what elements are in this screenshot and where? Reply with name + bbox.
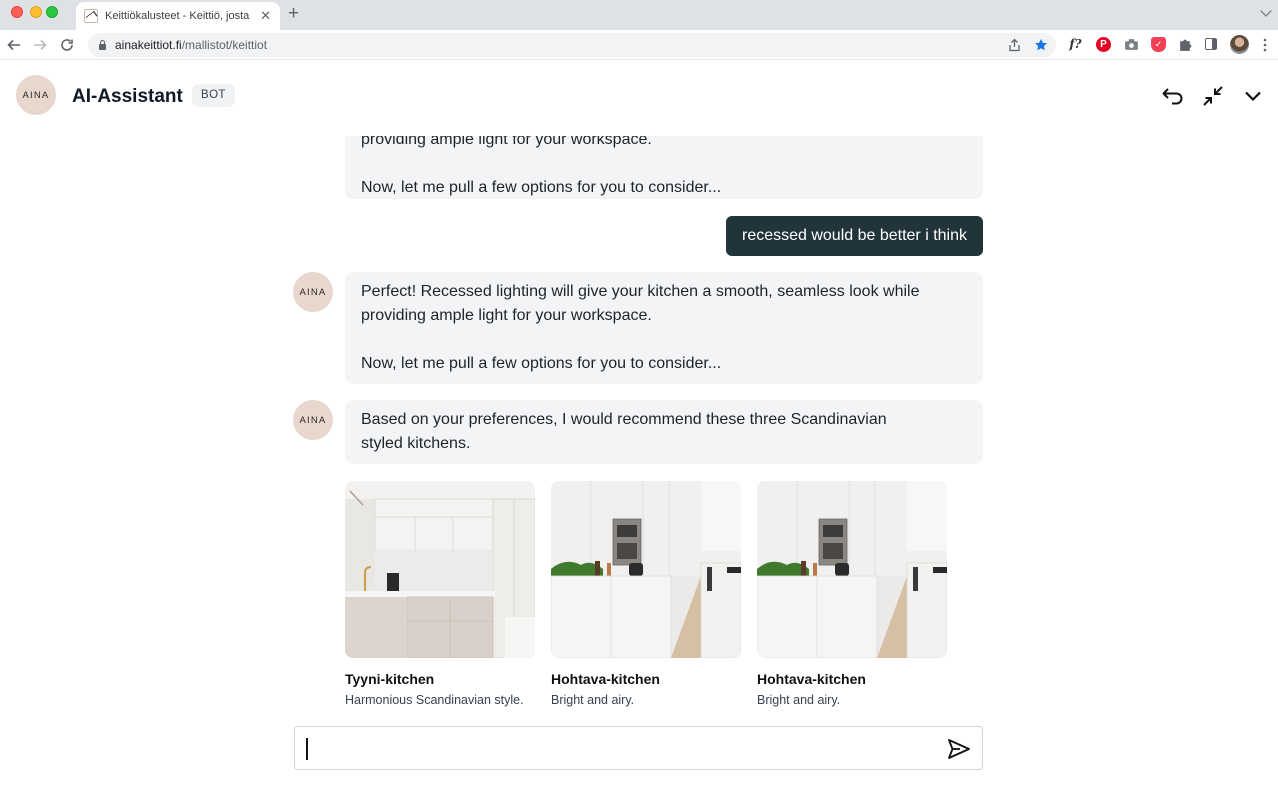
avatar-text: AINA bbox=[299, 414, 327, 426]
profile-avatar[interactable] bbox=[1230, 35, 1249, 54]
kitchen-card-title[interactable]: Hohtava-kitchen bbox=[757, 671, 947, 687]
bot-message-text: Perfect! Recessed lighting will give you… bbox=[361, 283, 920, 324]
browser-tabstrip: Keittiökalusteet - Keittiö, josta ✕ + bbox=[0, 0, 1278, 30]
undo-button[interactable] bbox=[1159, 82, 1187, 110]
user-message: recessed would be better i think bbox=[725, 216, 983, 256]
pinterest-extension-icon[interactable]: P bbox=[1096, 37, 1111, 52]
tab-close-icon[interactable]: ✕ bbox=[260, 8, 271, 24]
avatar-text: AINA bbox=[299, 286, 327, 298]
bot-message-text: providing ample light for your workspace… bbox=[361, 136, 652, 148]
collapse-arrows-icon bbox=[1203, 86, 1223, 106]
kitchen-card-tyyni[interactable]: Tyyni-kitchen Harmonious Scandinavian st… bbox=[345, 481, 535, 707]
kitchen-card-hohtava[interactable]: Hohtava-kitchen Bright and airy. bbox=[551, 481, 741, 707]
pocket-extension-icon[interactable]: ✓ bbox=[1151, 37, 1166, 52]
close-window-button[interactable] bbox=[11, 6, 23, 18]
undo-arrow-icon bbox=[1162, 88, 1183, 105]
lock-icon bbox=[99, 39, 106, 50]
bot-message: Perfect! Recessed lighting will give you… bbox=[345, 272, 983, 384]
minimize-chat-button[interactable] bbox=[1199, 82, 1227, 110]
send-button[interactable] bbox=[946, 736, 972, 762]
browser-tab-active[interactable]: Keittiökalusteet - Keittiö, josta ✕ bbox=[76, 2, 280, 30]
bookmark-star-icon[interactable] bbox=[1034, 38, 1048, 52]
message-input[interactable] bbox=[305, 736, 925, 762]
assistant-title: AI-Assistant bbox=[72, 86, 183, 107]
bot-avatar: AINA bbox=[293, 272, 333, 312]
maximize-window-button[interactable] bbox=[46, 6, 58, 18]
kitchen-card-subtitle: Harmonious Scandinavian style. bbox=[345, 693, 524, 707]
kitchen-card-subtitle: Bright and airy. bbox=[757, 693, 841, 707]
kitchen-card-title[interactable]: Hohtava-kitchen bbox=[551, 671, 741, 687]
send-paper-plane-icon bbox=[948, 739, 970, 759]
aina-logo-avatar: AINA bbox=[16, 75, 56, 115]
kitchen-image[interactable] bbox=[551, 481, 741, 658]
forward-arrow-icon[interactable] bbox=[33, 38, 47, 52]
bot-message-text: Based on your preferences, I would recom… bbox=[361, 411, 887, 452]
tab-search-chevron-icon[interactable] bbox=[1260, 5, 1272, 17]
kitchen-image[interactable] bbox=[345, 481, 535, 658]
kitchen-image[interactable] bbox=[757, 481, 947, 658]
url-host: ainakeittiot.fi bbox=[115, 38, 182, 52]
side-panel-icon[interactable] bbox=[1205, 38, 1217, 50]
bot-message: Based on your preferences, I would recom… bbox=[345, 400, 983, 464]
kitchen-card-subtitle: Bright and airy. bbox=[551, 693, 635, 707]
site-favicon-icon bbox=[84, 9, 98, 23]
assistant-header: AINA AI-Assistant BOT bbox=[0, 60, 1278, 136]
share-icon[interactable] bbox=[1008, 38, 1021, 52]
text-caret bbox=[306, 738, 308, 760]
bot-message-partial: providing ample light for your workspace… bbox=[345, 136, 983, 199]
browser-toolbar: ainakeittiot.fi/mallistot/keittiot f? P … bbox=[0, 30, 1278, 60]
bot-message-text: Now, let me pull a few options for you t… bbox=[361, 355, 722, 372]
extension-f-icon[interactable]: f? bbox=[1068, 37, 1083, 52]
camera-extension-icon[interactable] bbox=[1124, 37, 1139, 52]
message-composer bbox=[294, 726, 983, 770]
chevron-down-icon bbox=[1245, 91, 1261, 102]
kitchen-card-hohtava[interactable]: Hohtava-kitchen Bright and airy. bbox=[757, 481, 947, 707]
bot-message-text: Now, let me pull a few options for you t… bbox=[361, 179, 722, 196]
extensions-puzzle-icon[interactable] bbox=[1178, 37, 1193, 52]
new-tab-button[interactable]: + bbox=[288, 4, 299, 24]
bot-avatar: AINA bbox=[293, 400, 333, 440]
reload-icon[interactable] bbox=[60, 38, 74, 52]
back-arrow-icon[interactable] bbox=[7, 38, 21, 52]
url-path: /mallistot/keittiot bbox=[181, 38, 268, 52]
close-chat-chevron-button[interactable] bbox=[1239, 82, 1267, 110]
minimize-window-button[interactable] bbox=[30, 6, 42, 18]
browser-menu-icon[interactable] bbox=[1262, 38, 1268, 52]
chat-messages: providing ample light for your workspace… bbox=[0, 136, 1278, 720]
logo-text: AINA bbox=[22, 89, 50, 101]
address-bar[interactable]: ainakeittiot.fi/mallistot/keittiot bbox=[88, 33, 1056, 57]
kitchen-card-title[interactable]: Tyyni-kitchen bbox=[345, 671, 535, 687]
tab-title: Keittiökalusteet - Keittiö, josta bbox=[105, 10, 250, 22]
bot-badge: BOT bbox=[192, 84, 235, 107]
